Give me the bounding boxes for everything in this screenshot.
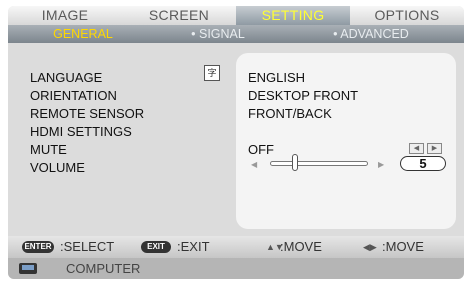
value-orientation[interactable]: DESKTOP FRONT [248,88,358,103]
exit-key-icon: EXIT [141,241,171,253]
volume-increase-icon[interactable]: ▶ [378,160,384,169]
tab-options[interactable]: OPTIONS [350,6,464,25]
volume-value: 5 [400,156,446,171]
volume-decrease-icon[interactable]: ◀ [251,160,257,169]
navigation-bar: ENTER :SELECT EXIT :EXIT ▲▼ :MOVE ◀▶ :MO… [8,236,464,258]
tab-screen[interactable]: SCREEN [122,6,236,25]
main-tabs: IMAGE SCREEN SETTING OPTIONS [8,6,464,25]
setting-label-hdmi-settings[interactable]: HDMI SETTINGS [30,124,132,139]
volume-slider-knob[interactable] [291,154,298,171]
left-right-arrows-icon: ◀▶ [363,242,377,252]
projector-osd-menu: IMAGE SCREEN SETTING OPTIONS GENERAL • S… [8,6,464,279]
volume-slider-track[interactable] [270,161,368,166]
setting-label-remote-sensor[interactable]: REMOTE SENSOR [30,106,144,121]
value-remote-sensor[interactable]: FRONT/BACK [248,106,332,121]
nav-move-horizontal-label: :MOVE [382,239,424,254]
computer-source-icon [19,263,37,274]
settings-content: LANGUAGE ORIENTATION REMOTE SENSOR HDMI … [8,43,464,236]
setting-label-language[interactable]: LANGUAGE [30,70,102,85]
tab-image[interactable]: IMAGE [8,6,122,25]
subtab-advanced[interactable]: • ADVANCED [278,25,464,43]
enter-key-icon: ENTER [22,241,54,253]
nav-select-label: :SELECT [60,239,115,254]
setting-label-mute[interactable]: MUTE [30,142,67,157]
language-select-icon: 字 [204,65,220,81]
subtab-general[interactable]: GENERAL [8,25,158,43]
value-language[interactable]: ENGLISH [248,70,305,85]
nav-exit-label: :EXIT [177,239,210,254]
source-label: COMPUTER [66,261,141,276]
subtab-signal[interactable]: • SIGNAL [158,25,278,43]
nav-move-vertical-label: :MOVE [280,239,322,254]
tab-setting[interactable]: SETTING [236,6,350,25]
setting-label-orientation[interactable]: ORIENTATION [30,88,117,103]
sub-tabs: GENERAL • SIGNAL • ADVANCED [8,25,464,43]
mute-right-arrow-icon[interactable]: ▶ [427,143,442,154]
value-mute[interactable]: OFF [248,142,274,157]
mute-left-arrow-icon[interactable]: ◀ [409,143,424,154]
setting-label-volume[interactable]: VOLUME [30,160,85,175]
source-bar: COMPUTER [8,258,464,279]
